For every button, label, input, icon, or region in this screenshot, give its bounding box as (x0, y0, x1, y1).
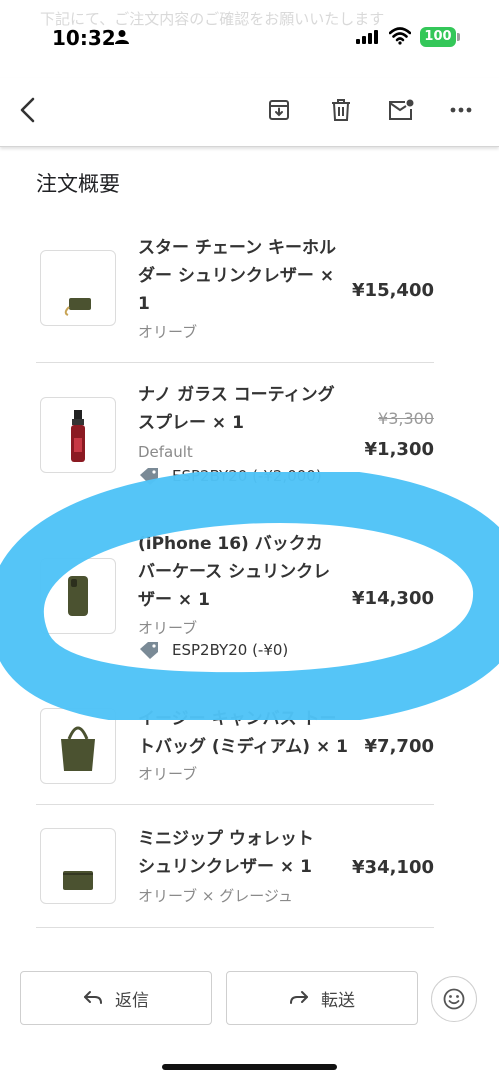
product-name: イージー キャンバス トー トバッグ (ミディアム) × 1 (138, 709, 348, 757)
order-item: (iPhone 16) バックカ バーケース シュリンクレ ザー × 1 オリーブ … (36, 530, 434, 670)
product-thumbnail[interactable] (40, 708, 116, 784)
product-variant: オリーブ (138, 765, 198, 783)
home-indicator[interactable] (162, 1064, 337, 1070)
cellular-signal-icon (356, 30, 378, 44)
more-options-button[interactable] (441, 90, 481, 130)
product-name: (iPhone 16) バックカ バーケース シュリンクレ ザー × 1 (138, 534, 331, 610)
wallet-image (63, 871, 93, 890)
delete-button[interactable] (321, 90, 361, 130)
wifi-icon (389, 27, 411, 45)
back-button[interactable] (8, 90, 48, 130)
forward-icon (290, 991, 308, 1004)
discount-row: ESP2BY20 (-¥2,000) (138, 467, 322, 485)
battery-tip (457, 33, 460, 41)
product-price: ¥34,100 (352, 857, 434, 878)
product-thumbnail[interactable] (40, 397, 116, 473)
product-thumbnail[interactable] (40, 250, 116, 326)
order-item: ナノ ガラス コーティング スプレー × 1 Default ¥3,300 ¥1,… (36, 381, 434, 491)
more-icon (450, 107, 472, 113)
product-variant: オリーブ (138, 323, 198, 341)
discount-tag-icon (140, 468, 158, 485)
product-price: ¥15,400 (352, 280, 434, 301)
order-item: ミニジップ ウォレット シュリンクレザー × 1 オリーブ × グレージュ ¥34… (36, 825, 434, 915)
battery-indicator: 100 (420, 27, 456, 47)
divider (36, 804, 434, 805)
reply-label: 返信 (115, 990, 149, 1011)
forward-label: 転送 (321, 990, 355, 1011)
forward-button[interactable]: 転送 (226, 971, 418, 1025)
order-item: スター チェーン キーホル ダー シュリンクレザー × 1 オリーブ ¥15,400 (36, 234, 434, 354)
order-summary-title: 注文概要 (36, 172, 120, 196)
status-bar: 下記にて、ご注文内容のご確認をお願いいたします 10:32 100 (0, 0, 499, 70)
archive-icon (269, 100, 289, 120)
discount-code: ESP2BY20 (-¥0) (172, 641, 289, 659)
trash-icon (332, 99, 350, 121)
original-price: ¥3,300 (378, 409, 434, 428)
product-thumbnail[interactable] (40, 558, 116, 634)
keyholder-image (64, 298, 91, 316)
archive-button[interactable] (259, 90, 299, 130)
back-arrow-icon (20, 97, 35, 123)
email-toolbar (0, 78, 499, 147)
product-price: ¥7,700 (364, 736, 434, 757)
product-variant: オリーブ (138, 619, 198, 637)
divider (36, 927, 434, 928)
emoji-reaction-button[interactable] (431, 976, 477, 1022)
product-price: ¥1,300 (364, 439, 434, 460)
product-variant: Default (138, 443, 193, 461)
smiley-icon (443, 988, 465, 1010)
reply-button[interactable]: 返信 (20, 971, 212, 1025)
status-time: 10:32 (52, 26, 116, 50)
product-name: ミニジップ ウォレット シュリンクレザー × 1 (138, 829, 314, 877)
person-icon (115, 30, 129, 44)
discount-code: ESP2BY20 (-¥2,000) (172, 467, 322, 485)
mark-unread-icon (389, 99, 414, 120)
discount-row: ESP2BY20 (-¥0) (138, 641, 288, 659)
discount-tag-icon (140, 642, 158, 659)
divider (36, 362, 434, 363)
reply-icon (84, 991, 102, 1004)
order-item: イージー キャンバス トー トバッグ (ミディアム) × 1 オリーブ ¥7,70… (36, 705, 434, 795)
mark-unread-button[interactable] (381, 90, 421, 130)
product-name: ナノ ガラス コーティング スプレー × 1 (138, 385, 335, 433)
product-price: ¥14,300 (352, 588, 434, 609)
product-thumbnail[interactable] (40, 828, 116, 904)
phone-case-image (68, 576, 88, 616)
spray-bottle-image (71, 410, 85, 462)
tote-bag-image (61, 726, 95, 771)
product-variant: オリーブ × グレージュ (138, 887, 293, 905)
product-name: スター チェーン キーホル ダー シュリンクレザー × 1 (138, 238, 336, 314)
